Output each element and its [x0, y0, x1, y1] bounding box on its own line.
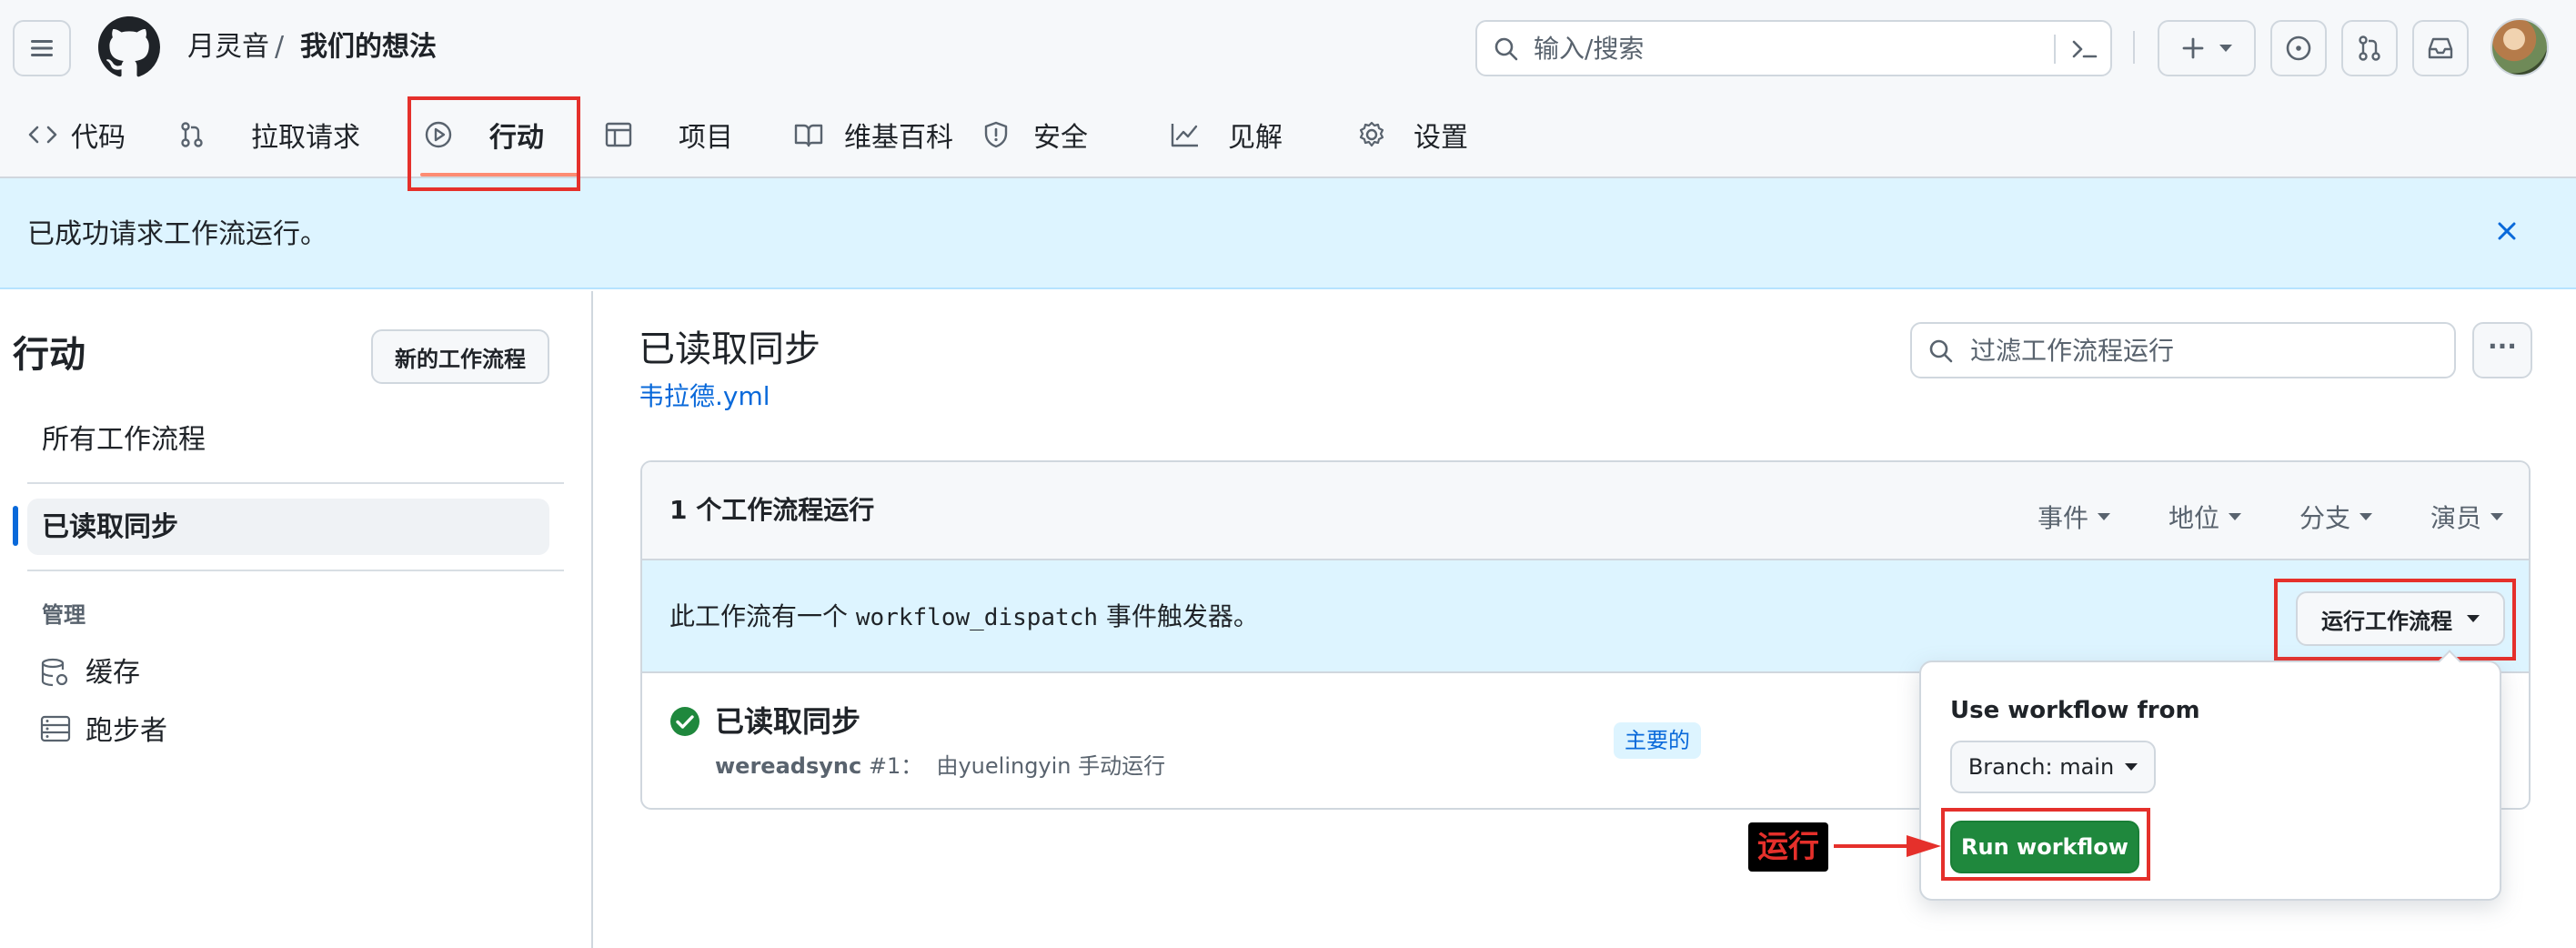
tab-code-label: 代码: [71, 122, 126, 154]
tab-insights-label: 见解: [1228, 122, 1283, 154]
create-new-button[interactable]: [2158, 20, 2256, 76]
pull-request-icon: [178, 121, 206, 148]
workflow-file-link[interactable]: 韦拉德.yml: [639, 380, 770, 413]
tab-pull-requests-label: 拉取请求: [251, 122, 360, 154]
sidebar-item-selected-label: 已读取同步: [42, 511, 178, 543]
filter-event-dropdown[interactable]: 事件: [2038, 499, 2111, 535]
search-icon: [1928, 338, 1954, 364]
search-placeholder: 输入/搜索: [1534, 34, 1645, 64]
book-icon: [793, 121, 824, 148]
tab-settings[interactable]: 设置: [1357, 111, 1468, 158]
chevron-down-icon: [2360, 513, 2373, 520]
filter-actor-dropdown[interactable]: 演员: [2430, 499, 2504, 535]
actions-sidebar: 行动 新的工作流程 所有工作流程 已读取同步 管理 缓存 跑步者: [0, 291, 593, 948]
table-icon: [604, 121, 633, 148]
graph-icon: [1170, 121, 1201, 148]
shield-icon: [982, 120, 1010, 149]
close-icon[interactable]: [2494, 218, 2520, 244]
chevron-down-icon: [2125, 763, 2138, 771]
sidebar-item-caches[interactable]: 缓存: [86, 655, 140, 691]
breadcrumb-repo[interactable]: 我们的想法: [300, 29, 437, 66]
filter-runs-input[interactable]: 过滤工作流程运行: [1910, 322, 2456, 378]
pull-request-icon: [2356, 35, 2383, 62]
manage-heading: 管理: [42, 602, 86, 628]
tab-wiki-label: 维基百科: [844, 122, 953, 154]
chevron-down-icon: [2098, 513, 2111, 520]
flash-message: 已成功请求工作流运行。: [27, 218, 327, 250]
breadcrumb-owner[interactable]: 月灵音: [187, 29, 269, 66]
filter-status-dropdown[interactable]: 地位: [2168, 499, 2242, 535]
database-icon: [40, 657, 69, 688]
sidebar-item-selected[interactable]: 已读取同步: [27, 499, 549, 555]
issues-button[interactable]: [2270, 20, 2327, 76]
header-divider: [2133, 31, 2135, 64]
runs-count: 1 个工作流程运行: [669, 495, 875, 525]
tab-code[interactable]: 代码: [27, 111, 126, 158]
sidebar-item-runners[interactable]: 跑步者: [86, 713, 167, 750]
highlight-actions-tab: [408, 96, 580, 191]
annotation-arrow: [1834, 835, 1941, 857]
command-palette-icon[interactable]: [2070, 36, 2099, 62]
highlight-run-workflow-button: [1941, 808, 2150, 881]
filter-runs-placeholder: 过滤工作流程运行: [1970, 336, 2175, 366]
app-header: 月灵音 / 我们的想法 输入/搜索 代码 拉取请求 行动 项目 维基百科 安全 …: [0, 0, 2576, 178]
new-workflow-button[interactable]: 新的工作流程: [371, 329, 549, 384]
tab-security-label: 安全: [1033, 122, 1088, 154]
flash-banner: 已成功请求工作流运行。: [0, 178, 2576, 289]
tab-security[interactable]: 安全: [982, 111, 1088, 158]
page-title: 已读取同步: [639, 328, 820, 370]
sidebar-item-all-workflows[interactable]: 所有工作流程: [42, 422, 206, 459]
inbox-icon: [2427, 35, 2454, 61]
menu-button[interactable]: [13, 20, 71, 76]
breadcrumb-separator: /: [275, 31, 285, 63]
run-meta: wereadsync #1： 由yuelingyin 手动运行: [715, 753, 1166, 779]
plus-icon: [2180, 35, 2206, 61]
dispatch-banner: 此工作流有一个 workflow_dispatch 事件触发器。 运行工作流程: [642, 560, 2529, 673]
dispatch-code: workflow_dispatch: [855, 604, 1099, 631]
tab-projects-label: 项目: [679, 122, 733, 154]
code-icon: [27, 123, 58, 146]
avatar[interactable]: [2490, 18, 2549, 76]
chevron-down-icon: [2490, 513, 2504, 520]
issue-circle-icon: [2285, 35, 2312, 62]
global-search-input[interactable]: 输入/搜索: [1475, 20, 2112, 76]
highlight-run-workflow-dropdown: [2274, 579, 2516, 661]
kebab-icon: ···: [2488, 330, 2517, 361]
tab-insights[interactable]: 见解: [1170, 111, 1283, 158]
sidebar-divider: [27, 570, 564, 571]
annotation-label: 运行: [1748, 822, 1828, 872]
server-icon: [40, 715, 71, 742]
chevron-down-icon: [2229, 513, 2242, 520]
filter-branch-dropdown[interactable]: 分支: [2299, 499, 2373, 535]
chevron-down-icon: [2219, 44, 2233, 53]
popover-heading: Use workflow from: [1950, 697, 2200, 724]
sidebar-title: 行动: [13, 334, 86, 376]
tab-wiki[interactable]: 维基百科: [793, 111, 953, 158]
inbox-button[interactable]: [2412, 20, 2469, 76]
tab-projects[interactable]: 项目: [604, 111, 733, 158]
branch-badge[interactable]: 主要的: [1614, 722, 1701, 759]
sidebar-item-selected-indicator: [13, 506, 18, 546]
tab-settings-label: 设置: [1414, 122, 1468, 154]
hamburger-icon: [29, 37, 55, 59]
gear-icon: [1357, 120, 1386, 149]
search-divider: [2054, 35, 2056, 64]
branch-select-button[interactable]: Branch: main: [1950, 741, 2156, 793]
sidebar-divider: [27, 482, 564, 484]
run-title[interactable]: 已读取同步: [715, 702, 860, 741]
runs-box-header: 1 个工作流程运行 事件 地位 分支 演员: [642, 462, 2529, 560]
github-logo-icon[interactable]: [98, 16, 160, 78]
check-circle-icon: [669, 706, 700, 737]
more-options-button[interactable]: ···: [2472, 322, 2532, 378]
dispatch-message: 此工作流有一个 workflow_dispatch 事件触发器。: [669, 601, 1259, 631]
tab-pull-requests[interactable]: 拉取请求: [178, 111, 360, 158]
search-icon: [1494, 36, 1519, 62]
pull-requests-button[interactable]: [2341, 20, 2398, 76]
